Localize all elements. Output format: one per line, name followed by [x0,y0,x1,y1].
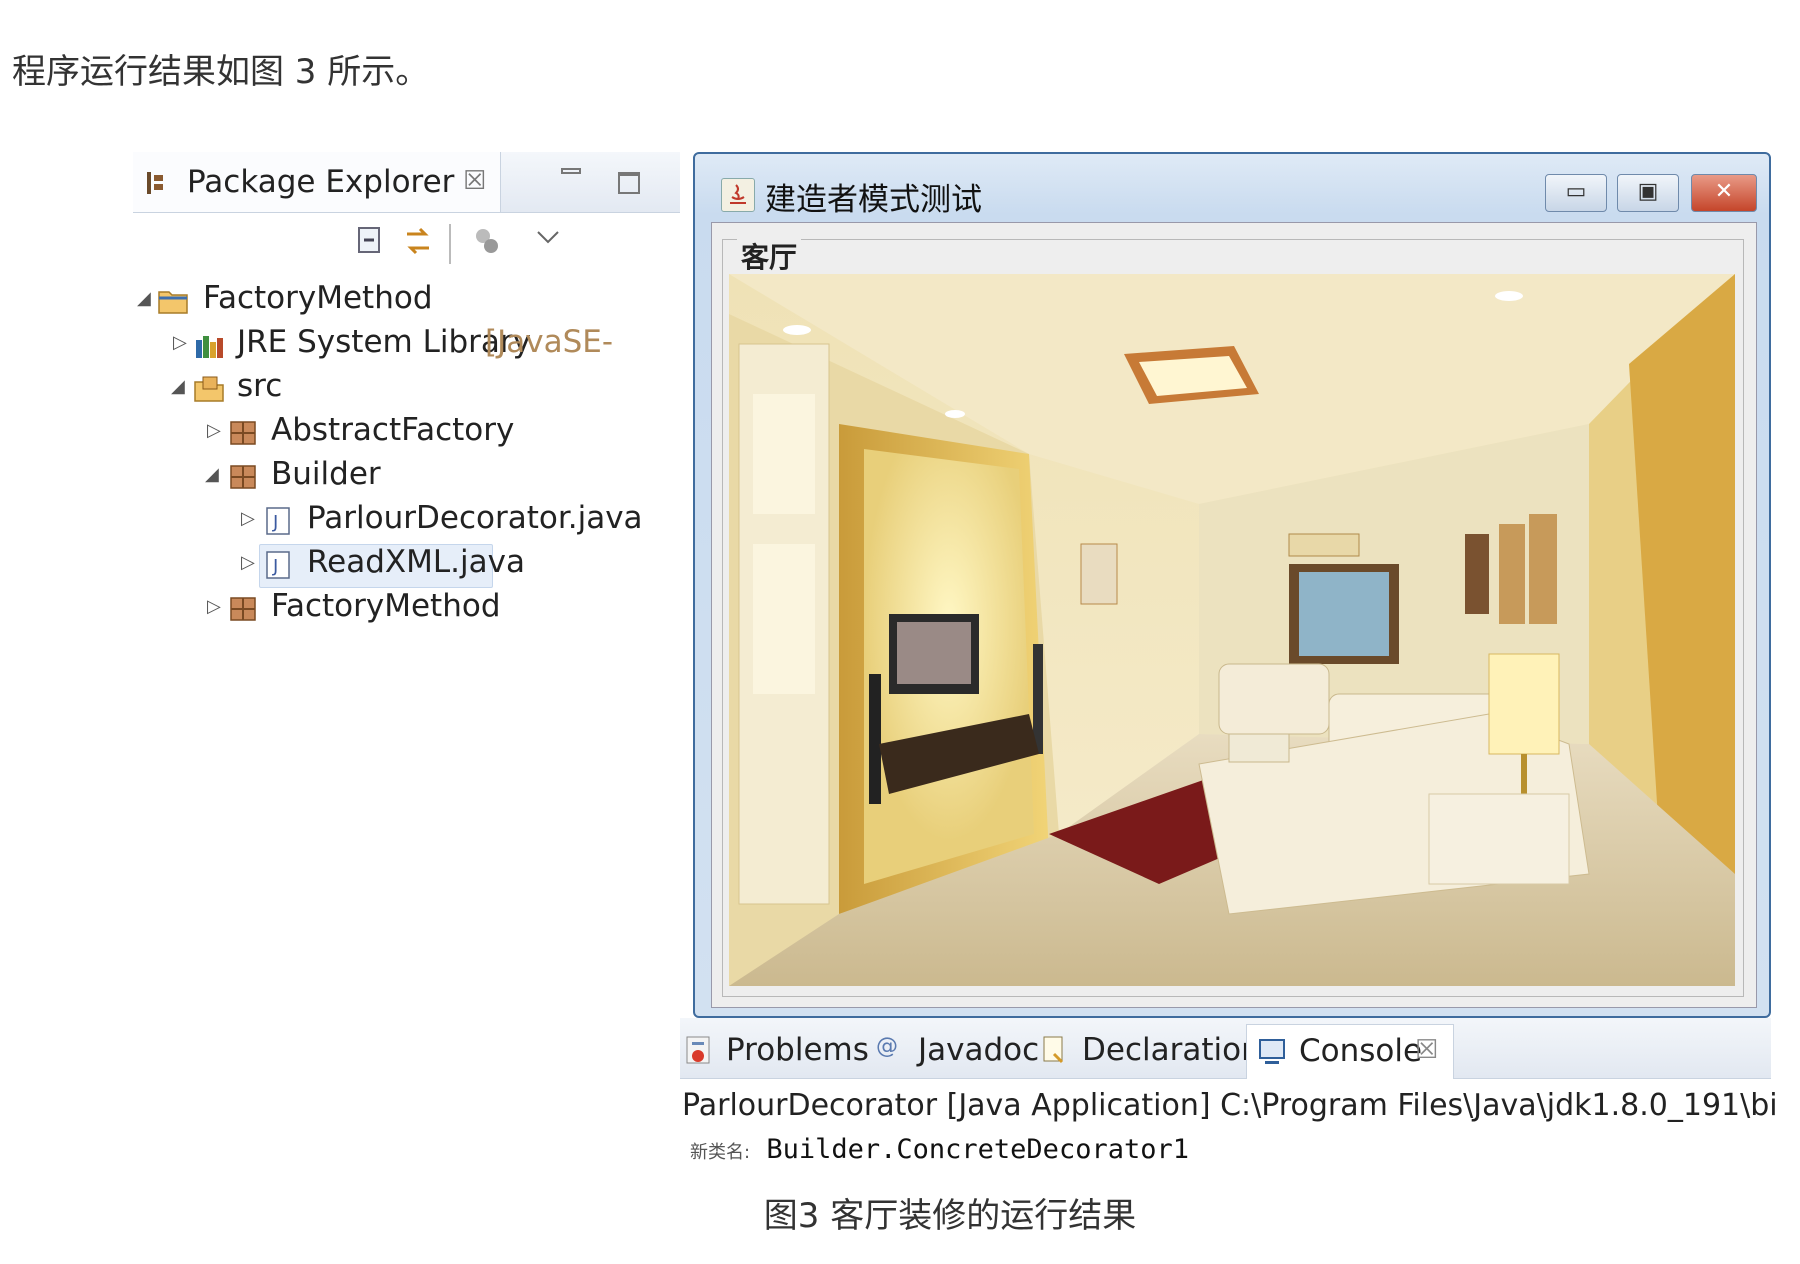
minimize-icon[interactable] [560,164,582,186]
tab-label: Javadoc [918,1032,1040,1068]
library-icon [196,336,223,358]
collapsed-icon[interactable]: ▷ [241,508,255,529]
package-explorer-tabbar: Package Explorer ☒ [133,152,680,213]
package-explorer-toolbar [133,224,680,268]
window-minimize-button[interactable]: ▭ [1545,174,1607,212]
tree-label: AbstractFactory [271,412,515,448]
expanded-icon[interactable]: ◢ [137,288,151,309]
tab-label: Problems [726,1032,869,1068]
window-title: 建造者模式测试 [765,182,982,218]
svg-text:J: J [272,556,278,577]
ide-screenshot: Package Explorer ☒ ◢ FactoryMethod ▷ JRE… [133,152,1778,1172]
collapsed-icon[interactable]: ▷ [173,332,187,353]
console-icon [1259,1039,1285,1064]
tree-label: ParlourDecorator.java [307,500,643,536]
package-explorer-icon [147,172,163,194]
intro-text: 程序运行结果如图 3 所示。 [12,52,430,92]
tree-item-abstractfactory[interactable]: ▷ AbstractFactory [133,412,533,456]
declaration-icon [1043,1036,1064,1064]
window-restore-button[interactable]: ▣ [1617,174,1679,212]
java-file-icon: J [266,551,290,579]
window-client-area: 客厅 [711,222,1757,1008]
link-with-editor-icon[interactable] [401,224,435,258]
tab-javadoc[interactable]: @ Javadoc [876,1024,1040,1078]
tree-label: FactoryMethod [271,588,501,624]
console-output: Builder.ConcreteDecorator1 [766,1134,1189,1165]
java-file-icon: J [266,507,290,535]
problems-icon [686,1036,710,1064]
tree-item-readxml[interactable]: ▷ J ReadXML.java [133,544,525,588]
project-folder-icon [158,291,188,314]
living-room-image [729,274,1735,986]
tree-label: Builder [271,456,381,492]
maximize-icon[interactable] [618,172,640,194]
tree-label: src [237,368,283,404]
tree-label: ReadXML.java [307,544,525,580]
close-icon[interactable]: ☒ [463,166,486,196]
tab-label: Declaration [1082,1032,1261,1068]
javadoc-icon: @ [876,1034,898,1059]
panel-title: 客厅 [737,236,802,276]
console-header: ParlourDecorator [Java Application] C:\P… [682,1088,1778,1123]
console-output-line: 新类名: Builder.ConcreteDecorator1 [690,1134,1189,1165]
collapse-all-icon[interactable] [355,224,385,256]
package-explorer-title: Package Explorer [187,164,455,200]
collapsed-icon[interactable]: ▷ [241,552,255,573]
tree-label: FactoryMethod [203,280,433,316]
tree-label-suffix: [JavaSE- [485,324,614,360]
package-explorer: Package Explorer ☒ ◢ FactoryMethod ▷ JRE… [133,152,680,1172]
tree-item-factorymethod-project[interactable]: ◢ FactoryMethod [133,280,533,324]
package-icon [230,421,256,445]
java-icon [721,178,755,212]
window-close-button[interactable]: ✕ [1691,174,1757,212]
caption-text: 图3 客厅装修的运行结果 [763,1196,1137,1236]
tree-item-src[interactable]: ◢ src [133,368,433,412]
collapsed-icon[interactable]: ▷ [207,596,221,617]
tree-item-parlourdecorator[interactable]: ▷ J ParlourDecorator.java [133,500,680,544]
package-icon [230,465,256,489]
expanded-icon[interactable]: ◢ [205,464,219,485]
tab-problems[interactable]: Problems [684,1024,869,1078]
view-menu-icon[interactable] [535,228,561,248]
package-icon [230,597,256,621]
tree-item-factorymethod-package[interactable]: ▷ FactoryMethod [133,588,533,632]
java-app-window: 建造者模式测试 ▭ ▣ ✕ 客厅 [693,152,1771,1018]
living-room-panel: 客厅 [722,236,1744,997]
package-explorer-tab[interactable]: Package Explorer ☒ [133,152,501,212]
focus-icon[interactable] [471,224,505,258]
tab-console[interactable]: Console ☒ [1246,1024,1454,1079]
tree-item-builder[interactable]: ◢ Builder [133,456,433,500]
collapsed-icon[interactable]: ▷ [207,420,221,441]
svg-text:J: J [272,512,278,533]
toolbar-separator [449,224,451,264]
tab-declaration[interactable]: Declaration [1040,1024,1261,1078]
tab-label: Console [1299,1033,1423,1069]
console-prefix: 新类名: [690,1142,751,1163]
views-tabbar: Problems @ Javadoc Declaration Console ☒ [680,1018,1771,1079]
close-icon[interactable]: ☒ [1415,1035,1438,1065]
bottom-views: Problems @ Javadoc Declaration Console ☒… [680,1018,1778,1172]
tree-item-jre-library[interactable]: ▷ JRE System Library [JavaSE- [133,324,680,368]
source-folder-icon [194,376,224,402]
expanded-icon[interactable]: ◢ [171,376,185,397]
figure-caption: 图3 客厅装修的运行结果 [0,1188,1800,1237]
